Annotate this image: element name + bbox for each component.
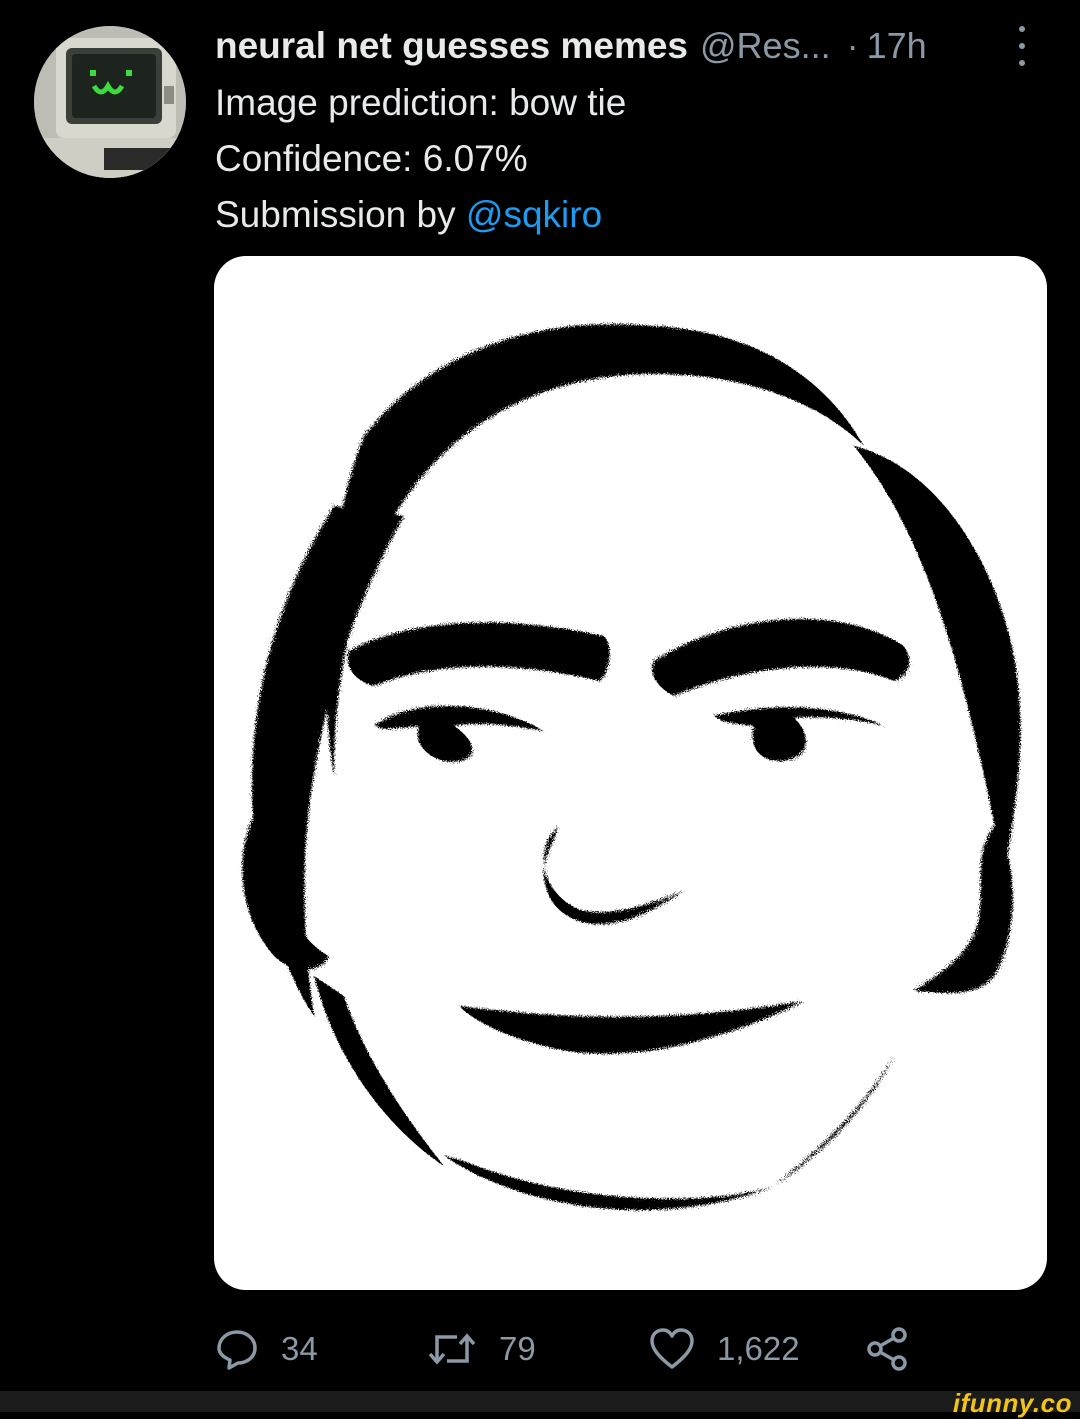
dot-separator: ·	[846, 25, 859, 66]
retweet-count: 79	[499, 1330, 536, 1367]
display-name[interactable]: neural net guesses memes	[215, 25, 688, 67]
retro-computer-avatar-icon	[34, 26, 186, 178]
mention-link[interactable]: @sqkiro	[466, 194, 602, 235]
tweet-image[interactable]	[214, 256, 1047, 1290]
ifunny-watermark: ifunny.co	[952, 1388, 1072, 1418]
heart-icon	[650, 1328, 694, 1369]
tweet-actions: 34 79 1,622	[215, 1318, 1045, 1380]
reply-button[interactable]: 34	[215, 1318, 318, 1380]
user-handle[interactable]: @Res...	[700, 25, 831, 67]
footer-bar	[0, 1391, 1080, 1412]
vertical-dots-icon[interactable]	[1010, 26, 1034, 66]
reply-count: 34	[281, 1330, 318, 1367]
submission-line: Submission by @sqkiro	[215, 187, 626, 243]
retweet-icon	[428, 1333, 476, 1365]
face-drawing	[242, 324, 1021, 1210]
speech-bubble-icon	[217, 1330, 257, 1370]
tweet-text: Image prediction: bow tie Confidence: 6.…	[215, 75, 626, 243]
timestamp[interactable]: 17h	[867, 25, 927, 67]
share-button[interactable]	[865, 1318, 909, 1380]
share-icon	[867, 1327, 907, 1371]
tweet-header: neural net guesses memes @Res... · 17h	[215, 20, 1045, 72]
confidence-line: Confidence: 6.07%	[215, 138, 528, 179]
prediction-line: Image prediction: bow tie	[215, 82, 627, 123]
profile-avatar[interactable]	[34, 26, 186, 178]
like-count: 1,622	[717, 1330, 800, 1367]
retweet-button[interactable]: 79	[427, 1318, 536, 1380]
submission-prefix: Submission by	[215, 194, 456, 235]
like-button[interactable]: 1,622	[649, 1318, 800, 1380]
